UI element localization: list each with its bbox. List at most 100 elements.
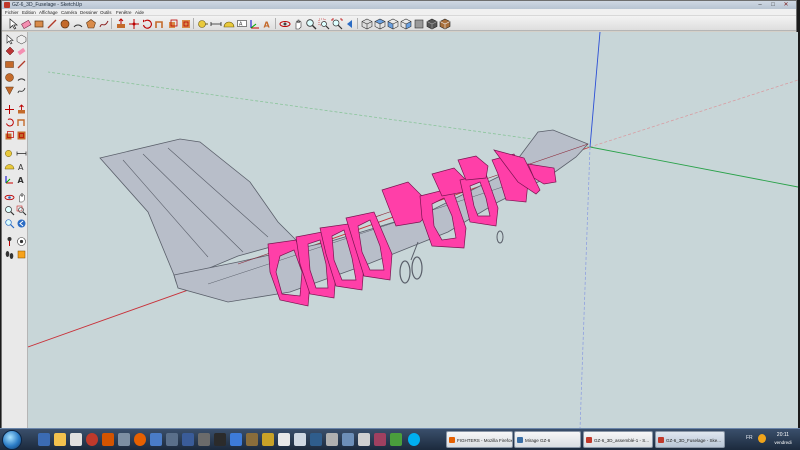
zoom-extents-icon[interactable] xyxy=(4,218,15,229)
position-camera-icon[interactable] xyxy=(4,236,15,247)
app-blue-icon[interactable] xyxy=(150,433,162,446)
notification-tray-icon[interactable] xyxy=(758,434,766,443)
paint-bucket-icon[interactable] xyxy=(4,46,15,57)
eraser-icon[interactable] xyxy=(19,17,32,30)
make-component-icon[interactable] xyxy=(16,34,27,45)
app-navy-icon[interactable] xyxy=(310,433,322,446)
protractor-icon[interactable] xyxy=(4,161,15,172)
circle-icon[interactable] xyxy=(4,72,15,83)
axes-icon[interactable] xyxy=(248,17,260,29)
app-pale-icon[interactable] xyxy=(358,433,370,446)
app-gold-icon[interactable] xyxy=(262,433,274,446)
landing-gear-wheel[interactable] xyxy=(399,260,411,284)
folder-icon[interactable] xyxy=(54,433,66,446)
app-light-icon[interactable] xyxy=(294,433,306,446)
zoom-icon[interactable] xyxy=(4,205,15,216)
language-indicator[interactable]: FR xyxy=(746,435,753,441)
polygon-icon[interactable] xyxy=(84,17,96,29)
3d-text-icon[interactable]: A xyxy=(16,174,27,185)
menu-affichage[interactable]: Affichage xyxy=(39,9,58,16)
follow-me-icon[interactable] xyxy=(153,17,165,29)
text-icon[interactable]: A xyxy=(16,161,27,172)
task-sketchup-assemble[interactable]: GZ-6_3D_assemblé-1 - S... xyxy=(583,431,653,448)
app-orange-icon[interactable] xyxy=(102,433,114,446)
maximize-button[interactable]: □ xyxy=(767,1,779,9)
dimension-icon[interactable] xyxy=(16,148,27,159)
menu-dessiner[interactable]: Dessiner xyxy=(80,9,98,16)
close-button[interactable]: ✕ xyxy=(780,1,792,9)
freehand-icon[interactable] xyxy=(97,17,109,29)
zoom-extents-icon[interactable] xyxy=(330,17,343,30)
menu-camera[interactable]: Caméra xyxy=(61,9,77,16)
nose-gear-wheel[interactable] xyxy=(496,230,504,244)
app-cross-icon[interactable] xyxy=(230,433,242,446)
offset-icon[interactable] xyxy=(179,17,191,29)
app-black-icon[interactable] xyxy=(214,433,226,446)
airplane-icon[interactable] xyxy=(278,433,290,446)
text-icon[interactable]: A xyxy=(235,17,247,29)
section-plane-icon[interactable] xyxy=(16,249,27,260)
polygon-icon[interactable] xyxy=(4,85,15,96)
task-sketchup-fuselage[interactable]: GZ-6_3D_Fuselage - Ske... xyxy=(655,431,725,448)
scale-icon[interactable] xyxy=(4,130,15,141)
menu-edition[interactable]: Edition xyxy=(22,9,36,16)
protractor-icon[interactable] xyxy=(222,17,235,29)
pan-icon[interactable] xyxy=(291,17,303,30)
tape-measure-icon[interactable] xyxy=(4,148,15,159)
app-steel-icon[interactable] xyxy=(342,433,354,446)
orbit-icon[interactable] xyxy=(4,192,15,203)
app-tools-icon[interactable] xyxy=(118,433,130,446)
scale-icon[interactable] xyxy=(166,17,178,29)
orbit-icon[interactable] xyxy=(278,17,291,29)
task-firefox[interactable]: FIGHTERS - Mozilla Firefox xyxy=(446,431,513,448)
arc-icon[interactable] xyxy=(71,17,83,29)
look-around-icon[interactable] xyxy=(16,236,27,247)
zoom-icon[interactable] xyxy=(304,17,317,30)
app-silver-icon[interactable] xyxy=(326,433,338,446)
zoom-window-icon[interactable] xyxy=(16,205,27,216)
eraser-icon[interactable] xyxy=(16,46,27,57)
iso-view-icon[interactable] xyxy=(360,17,373,30)
app-grey-icon[interactable] xyxy=(166,433,178,446)
app-red-icon[interactable] xyxy=(86,433,98,446)
right-view-icon[interactable] xyxy=(399,17,412,30)
start-button[interactable] xyxy=(2,430,22,450)
desktop-icon[interactable] xyxy=(38,433,50,446)
menu-aide[interactable]: Aide xyxy=(135,9,144,16)
app-ts-icon[interactable] xyxy=(182,433,194,446)
previous-view-icon[interactable] xyxy=(343,17,355,29)
media-player-icon[interactable] xyxy=(70,433,82,446)
minimize-button[interactable]: – xyxy=(754,1,766,9)
offset-icon[interactable] xyxy=(16,130,27,141)
title-bar[interactable]: GZ-6_3D_Fuselage - SketchUp – □ ✕ xyxy=(2,1,796,9)
rectangle-icon[interactable] xyxy=(4,59,15,70)
menu-outils[interactable]: Outils xyxy=(100,9,112,16)
line-icon[interactable] xyxy=(45,17,57,29)
arc-icon[interactable] xyxy=(16,72,27,83)
rectangle-icon[interactable] xyxy=(32,17,44,29)
model-viewport[interactable] xyxy=(28,32,798,429)
task-mirage[interactable]: Mirage GZ-6 xyxy=(514,431,581,448)
menu-fenetre[interactable]: Fenêtre xyxy=(116,9,132,16)
top-view-icon[interactable] xyxy=(373,17,386,30)
freehand-icon[interactable] xyxy=(16,85,27,96)
axes-icon[interactable] xyxy=(4,174,15,185)
rotate-icon[interactable] xyxy=(140,17,152,29)
3d-text-icon[interactable]: A xyxy=(261,17,273,30)
skype-icon[interactable] xyxy=(408,433,420,446)
shaded-textures-icon[interactable] xyxy=(438,17,451,30)
select-icon[interactable] xyxy=(6,17,18,30)
app-green-icon[interactable] xyxy=(390,433,402,446)
zoom-window-icon[interactable] xyxy=(317,17,330,30)
app-dark-icon[interactable] xyxy=(198,433,210,446)
dimension-icon[interactable] xyxy=(209,17,222,29)
landing-gear-wheel[interactable] xyxy=(411,256,423,280)
firefox-icon[interactable] xyxy=(134,433,146,446)
system-clock[interactable]: 20:11 vendredi xyxy=(770,432,796,446)
move-icon[interactable] xyxy=(127,17,139,29)
menu-fichier[interactable]: Fichier xyxy=(5,9,19,16)
push-pull-icon[interactable] xyxy=(16,104,27,115)
tape-measure-icon[interactable] xyxy=(196,17,208,29)
rotate-icon[interactable] xyxy=(4,117,15,128)
push-pull-icon[interactable] xyxy=(114,17,126,29)
